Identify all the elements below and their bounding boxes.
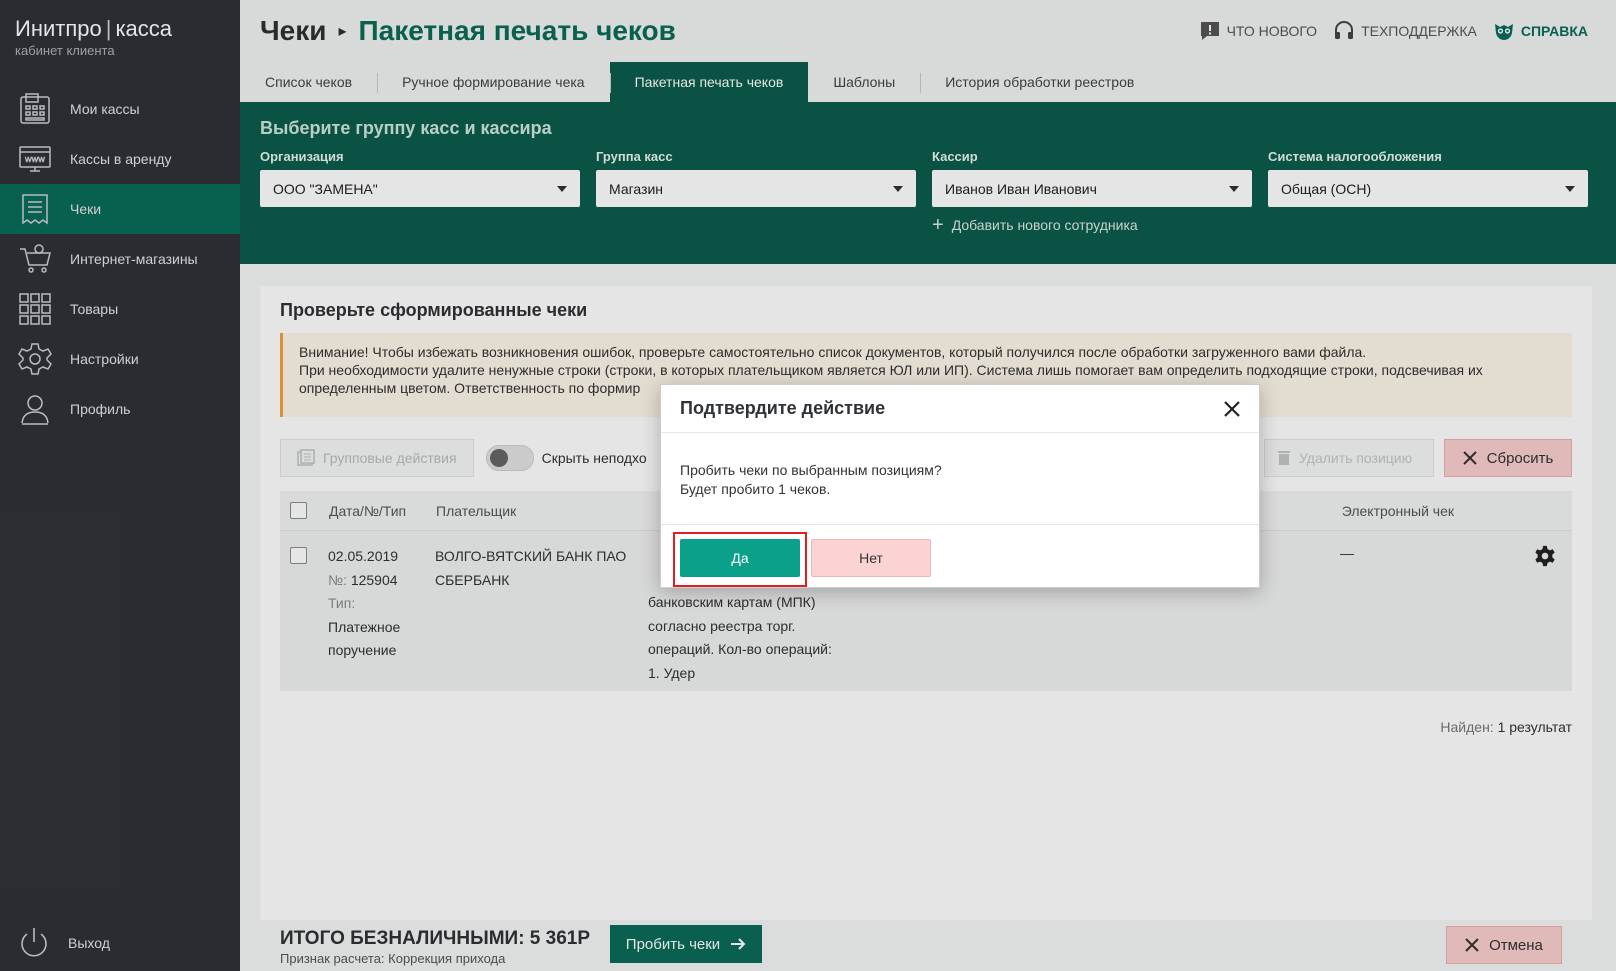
dialog-question: Пробить чеки по выбранным позициям? <box>680 462 942 478</box>
dialog-body: Пробить чеки по выбранным позициям? Буде… <box>661 433 1259 525</box>
dialog-actions: Да Нет <box>661 525 1259 589</box>
confirm-dialog: Подтвердите действие Пробить чеки по выб… <box>660 384 1260 588</box>
close-icon[interactable] <box>1219 396 1245 422</box>
dialog-title: Подтвердите действие <box>661 385 1259 433</box>
yes-button[interactable]: Да <box>680 539 800 577</box>
dialog-detail: Будет пробито 1 чеков. <box>680 481 831 497</box>
no-button[interactable]: Нет <box>811 539 931 577</box>
